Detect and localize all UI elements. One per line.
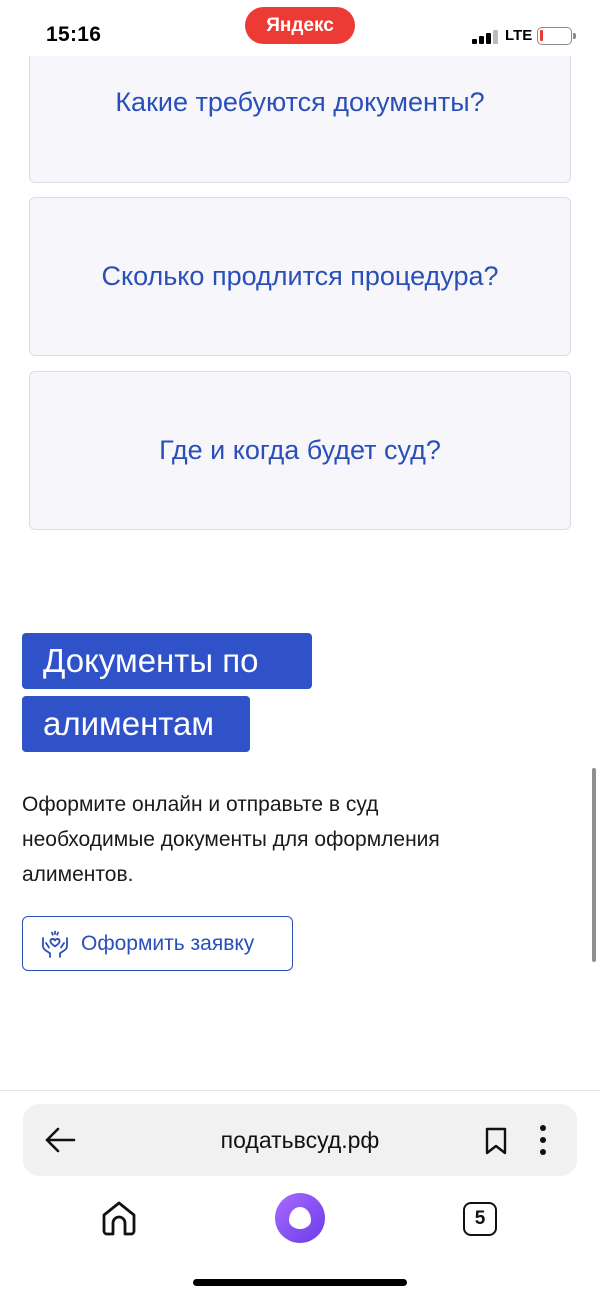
signal-icon xyxy=(472,30,500,44)
section-heading-line-1: Документы по xyxy=(22,633,312,689)
section-heading-line-2: алиментам xyxy=(22,696,250,752)
more-vertical-icon[interactable] xyxy=(533,1124,553,1156)
tabs-count-button[interactable]: 5 xyxy=(463,1202,497,1236)
address-bar[interactable]: податьвсуд.рф xyxy=(23,1104,577,1176)
battery-icon xyxy=(537,27,576,45)
faq-item-label: Где и когда будет суд? xyxy=(159,435,441,465)
home-indicator[interactable] xyxy=(193,1279,407,1286)
status-time: 15:16 xyxy=(46,23,102,46)
faq-item-label: Сколько продлится процедура? xyxy=(101,261,499,291)
yandex-pill[interactable]: Яндекс xyxy=(245,7,355,44)
back-arrow-icon[interactable] xyxy=(43,1124,77,1156)
faq-item-label: Какие требуются документы? xyxy=(115,87,485,117)
network-label: LTE xyxy=(505,27,533,44)
apply-button-label: Оформить заявку xyxy=(81,931,255,955)
home-icon[interactable] xyxy=(99,1198,139,1238)
apply-button[interactable]: Оформить заявку xyxy=(22,916,293,971)
bookmark-icon[interactable] xyxy=(483,1126,509,1156)
hands-heart-icon xyxy=(42,930,68,958)
faq-item-duration[interactable]: Сколько продлится процедура? xyxy=(29,197,571,356)
page-scrollbar[interactable] xyxy=(592,768,596,962)
alice-icon xyxy=(289,1207,311,1229)
chrome-divider xyxy=(0,1090,600,1091)
faq-item-documents[interactable]: Какие требуются документы? xyxy=(29,56,571,183)
section-description: Оформите онлайн и отправьте в суд необхо… xyxy=(22,793,440,886)
alice-assistant-button[interactable] xyxy=(275,1193,325,1243)
faq-item-court[interactable]: Где и когда будет суд? xyxy=(29,371,571,530)
